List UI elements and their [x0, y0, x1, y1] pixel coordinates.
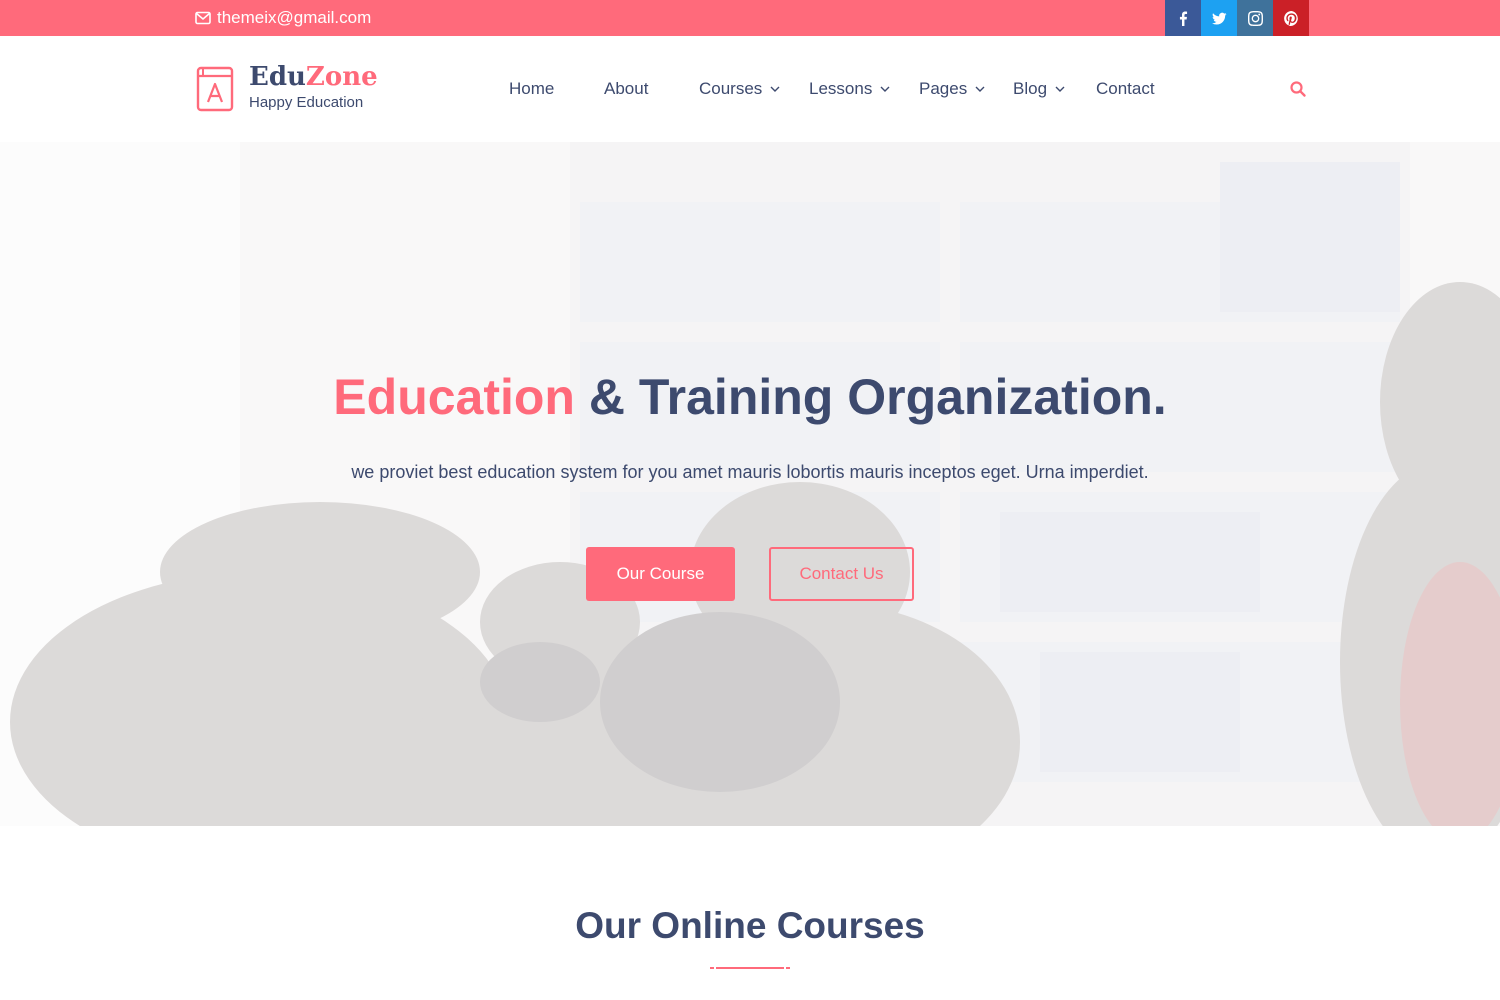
book-logo-icon	[196, 66, 234, 112]
pinterest-icon	[1283, 10, 1298, 26]
nav-lessons[interactable]: Lessons	[809, 36, 890, 142]
our-course-button[interactable]: Our Course	[586, 547, 735, 601]
envelope-icon	[195, 11, 211, 25]
divider-right-dot	[786, 967, 790, 969]
hero-section: Education & Training Organization. we pr…	[0, 142, 1500, 826]
chevron-down-icon	[770, 86, 780, 92]
section-title: Our Online Courses	[575, 905, 925, 946]
nav-home[interactable]: Home	[509, 36, 554, 142]
instagram-icon	[1247, 10, 1263, 26]
hero-title: Education & Training Organization.	[0, 368, 1500, 426]
nav-home-label: Home	[509, 79, 555, 98]
nav-blog-label: Blog	[1013, 79, 1048, 98]
nav-about[interactable]: About	[604, 36, 648, 142]
hero-content: Education & Training Organization. we pr…	[0, 142, 1500, 826]
nav-blog[interactable]: Blog	[1013, 36, 1065, 142]
email-link[interactable]: themeix@gmail.com	[195, 0, 371, 36]
facebook-icon	[1179, 10, 1187, 26]
nav-courses-label: Courses	[699, 79, 763, 98]
twitter-icon	[1211, 12, 1227, 25]
brand-tagline: Happy Education	[249, 94, 364, 111]
email-text: themeix@gmail.com	[217, 8, 372, 27]
pinterest-link[interactable]	[1273, 0, 1309, 36]
nav-contact[interactable]: Contact	[1096, 36, 1155, 142]
brand-name-part1: Edu	[249, 62, 306, 92]
search-icon	[1290, 81, 1306, 97]
chevron-down-icon	[1055, 86, 1065, 92]
hero-title-accent: Education	[333, 369, 575, 425]
nav-about-label: About	[604, 79, 649, 98]
divider-line	[716, 967, 784, 969]
chevron-down-icon	[975, 86, 985, 92]
brand-name-part2: Zone	[305, 62, 378, 92]
search-button[interactable]	[1289, 80, 1307, 98]
nav-lessons-label: Lessons	[809, 79, 873, 98]
nav-pages-label: Pages	[919, 79, 968, 98]
facebook-link[interactable]	[1165, 0, 1201, 36]
nav-courses[interactable]: Courses	[699, 36, 780, 142]
brand-logo[interactable]: EduZone Happy Education	[195, 64, 378, 114]
social-links	[1165, 0, 1309, 36]
divider-left-dot	[710, 967, 714, 969]
hero-title-rest: & Training Organization.	[574, 369, 1167, 425]
top-bar: themeix@gmail.com	[0, 0, 1500, 36]
twitter-link[interactable]	[1201, 0, 1237, 36]
site-header: EduZone Happy Education Home About Cours…	[0, 36, 1500, 142]
instagram-link[interactable]	[1237, 0, 1273, 36]
nav-contact-label: Contact	[1096, 79, 1155, 98]
hero-subtitle: we proviet best education system for you…	[351, 462, 1149, 482]
brand-name: EduZone	[249, 64, 378, 90]
nav-pages[interactable]: Pages	[919, 36, 985, 142]
section-divider	[710, 967, 790, 970]
contact-us-button[interactable]: Contact Us	[769, 547, 914, 601]
chevron-down-icon	[880, 86, 890, 92]
